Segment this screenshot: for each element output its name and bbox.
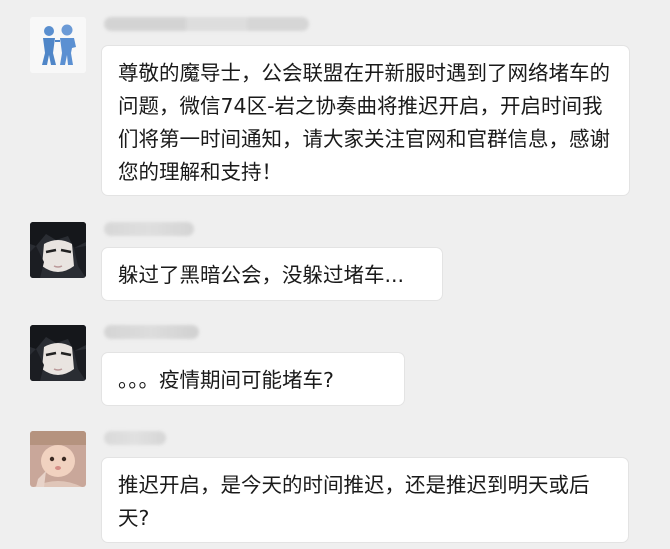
message-bubble[interactable]: 。。。疫情期间可能堵车?	[101, 352, 405, 406]
anime-character-avatar[interactable]	[30, 222, 86, 278]
message-bubble[interactable]: 尊敬的魔导士，公会联盟在开新服时遇到了网络堵车的问题，微信74区-岩之协奏曲将推…	[101, 45, 630, 196]
message-bubble[interactable]: 推迟开启，是今天的时间推迟，还是推迟到明天或后天?	[101, 457, 629, 543]
sender-name	[104, 17, 309, 31]
couple-silhouette-avatar[interactable]	[30, 17, 86, 73]
anime-character-avatar[interactable]	[30, 325, 86, 381]
sender-name	[104, 222, 194, 236]
message-bubble[interactable]: 躲过了黑暗公会，没躲过堵车...	[101, 247, 443, 301]
sender-name	[104, 325, 199, 339]
chat-window: { "messages": [ { "sender": "", "avatar"…	[0, 0, 670, 549]
baby-photo-avatar[interactable]	[30, 431, 86, 487]
sender-name	[104, 431, 166, 445]
